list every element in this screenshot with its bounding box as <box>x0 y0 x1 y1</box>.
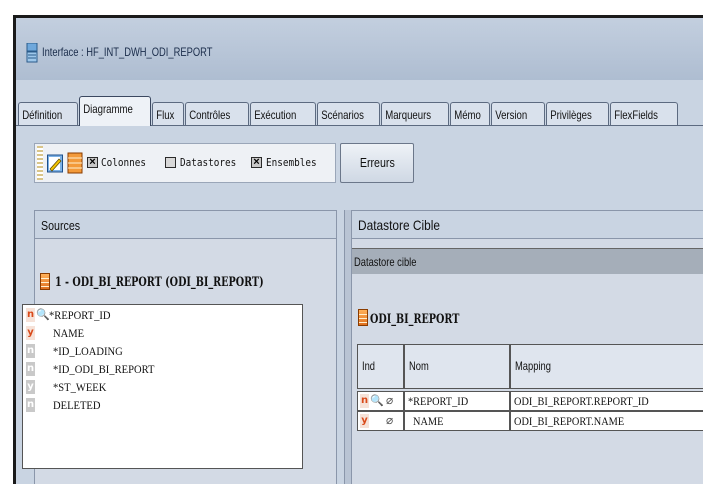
window-title: Interface : HF_INT_DWH_ODI_REPORT <box>42 45 213 59</box>
tab-label: Privilèges <box>550 108 592 122</box>
mapping-target-icon: ⌀ <box>386 413 394 427</box>
diagram-toolbar: × Colonnes Datastores × Ensembles <box>34 143 336 183</box>
tab-definition[interactable]: Définition <box>18 102 78 126</box>
target-header-label: Datastore Cible <box>358 217 441 233</box>
colonnes-label: Colonnes <box>101 156 147 169</box>
list-item[interactable]: n *ID_LOADING <box>23 343 302 360</box>
interface-window: Interface : HF_INT_DWH_ODI_REPORT Défini… <box>13 15 703 484</box>
list-item[interactable]: n 🔍 *REPORT_ID <box>23 307 302 324</box>
header-label: Mapping <box>515 359 551 373</box>
column-flag-y: y <box>360 414 369 428</box>
pane-splitter[interactable] <box>344 210 352 484</box>
tab-label: Marqueurs <box>385 108 432 122</box>
column-name: DELETED <box>53 398 101 412</box>
ensembles-checkbox[interactable]: × <box>251 157 262 168</box>
datastores-checkbox[interactable] <box>165 157 176 168</box>
header-label: Nom <box>409 359 429 373</box>
tab-flux[interactable]: Flux <box>152 102 184 126</box>
nom-value: *REPORT_ID <box>408 394 469 408</box>
tab-label: Version <box>495 108 528 122</box>
column-name: NAME <box>53 326 85 340</box>
tab-label: Définition <box>22 108 63 122</box>
mapping-cell[interactable]: ODI_BI_REPORT.REPORT_ID <box>510 391 703 411</box>
column-header-nom[interactable]: Nom <box>404 344 510 389</box>
key-icon: 🔍 <box>370 395 384 407</box>
column-flag-n: n <box>26 344 35 358</box>
column-name: *ID_LOADING <box>53 344 123 358</box>
tab-label: Diagramme <box>83 102 133 116</box>
tab-label: Contrôles <box>189 108 231 122</box>
mapping-value: ODI_BI_REPORT.REPORT_ID <box>514 394 649 408</box>
nom-value: NAME <box>413 414 444 428</box>
tab-scenarios[interactable]: Scénarios <box>317 102 380 126</box>
column-flag-y: y <box>26 326 35 340</box>
ind-cell: n 🔍 ⌀ <box>357 391 404 411</box>
column-name: *ST_WEEK <box>53 380 107 394</box>
erreurs-button[interactable]: Erreurs <box>340 143 414 183</box>
screenshot-frame: Interface : HF_INT_DWH_ODI_REPORT Défini… <box>0 0 703 484</box>
nom-cell: *REPORT_ID <box>404 391 510 411</box>
tab-label: Exécution <box>254 108 297 122</box>
list-item[interactable]: n DELETED <box>23 397 302 414</box>
tab-privileges[interactable]: Privilèges <box>546 102 609 126</box>
tab-label: Scénarios <box>321 108 364 122</box>
target-header: Datastore Cible <box>352 211 703 239</box>
title-bar: Interface : HF_INT_DWH_ODI_REPORT <box>16 18 703 80</box>
table-row[interactable]: n 🔍 ⌀ *REPORT_ID ODI_BI_REPORT.REPORT_ID <box>357 391 703 411</box>
ind-cell: y ⌀ <box>357 411 404 431</box>
tab-execution[interactable]: Exécution <box>250 102 316 126</box>
ensembles-label: Ensembles <box>266 156 317 169</box>
column-flag-y: y <box>26 380 35 394</box>
target-subheader-label: Datastore cible <box>354 255 417 269</box>
column-flag-n: n <box>26 308 35 322</box>
column-flag-n: n <box>26 398 35 412</box>
column-header-mapping[interactable]: Mapping <box>510 344 703 389</box>
tab-memo[interactable]: Mémo <box>450 102 490 126</box>
source-columns-list[interactable]: n 🔍 *REPORT_ID y NAME n *ID_LOADING n *I… <box>22 304 303 469</box>
tab-bar: Définition Diagramme Flux Contrôles Exéc… <box>16 96 703 126</box>
column-name: *REPORT_ID <box>49 308 111 322</box>
edit-diagram-icon[interactable] <box>47 152 63 174</box>
source-datastore-icon <box>40 273 50 290</box>
target-datastore-icon <box>358 309 368 326</box>
toolbar-grip[interactable] <box>37 146 43 180</box>
nom-cell: NAME <box>404 411 510 431</box>
list-item[interactable]: y NAME <box>23 325 302 342</box>
mapping-cell[interactable]: ODI_BI_REPORT.NAME <box>510 411 703 431</box>
target-mapping-table: Ind Nom Mapping n 🔍 ⌀ *REPORT_ID ODI_BI_… <box>357 344 703 444</box>
erreurs-button-label: Erreurs <box>359 155 395 170</box>
column-name: *ID_ODI_BI_REPORT <box>53 362 155 376</box>
tab-diagramme[interactable]: Diagramme <box>79 96 151 126</box>
target-datastore-title[interactable]: ODI_BI_REPORT <box>370 312 459 327</box>
tab-version[interactable]: Version <box>491 102 545 126</box>
tab-marqueurs[interactable]: Marqueurs <box>381 102 449 126</box>
datastore-view-icon[interactable] <box>67 152 83 174</box>
interface-icon <box>26 43 38 63</box>
column-flag-n: n <box>26 362 35 376</box>
key-icon: 🔍 <box>36 309 50 321</box>
column-header-ind[interactable]: Ind <box>357 344 404 389</box>
datastores-label: Datastores <box>180 156 237 169</box>
colonnes-checkbox[interactable]: × <box>87 157 98 168</box>
tab-label: FlexFields <box>614 108 658 122</box>
sources-header: Sources <box>35 211 336 239</box>
list-item[interactable]: n *ID_ODI_BI_REPORT <box>23 361 302 378</box>
target-subheader: Datastore cible <box>352 248 703 274</box>
list-item[interactable]: y *ST_WEEK <box>23 379 302 396</box>
mapping-value: ODI_BI_REPORT.NAME <box>514 414 625 428</box>
tab-label: Flux <box>156 108 175 122</box>
column-flag-n: n <box>360 394 369 408</box>
tab-controles[interactable]: Contrôles <box>185 102 249 126</box>
tab-flexfields[interactable]: FlexFields <box>610 102 678 126</box>
header-label: Ind <box>362 359 376 373</box>
table-row[interactable]: y ⌀ NAME ODI_BI_REPORT.NAME <box>357 411 703 431</box>
source-datastore-title[interactable]: 1 - ODI_BI_REPORT (ODI_BI_REPORT) <box>55 275 264 290</box>
mapping-target-icon: ⌀ <box>386 393 394 407</box>
target-pane: Datastore Cible Datastore cible ODI_BI_R… <box>352 210 703 484</box>
tab-label: Mémo <box>454 108 481 122</box>
sources-header-label: Sources <box>41 218 81 233</box>
